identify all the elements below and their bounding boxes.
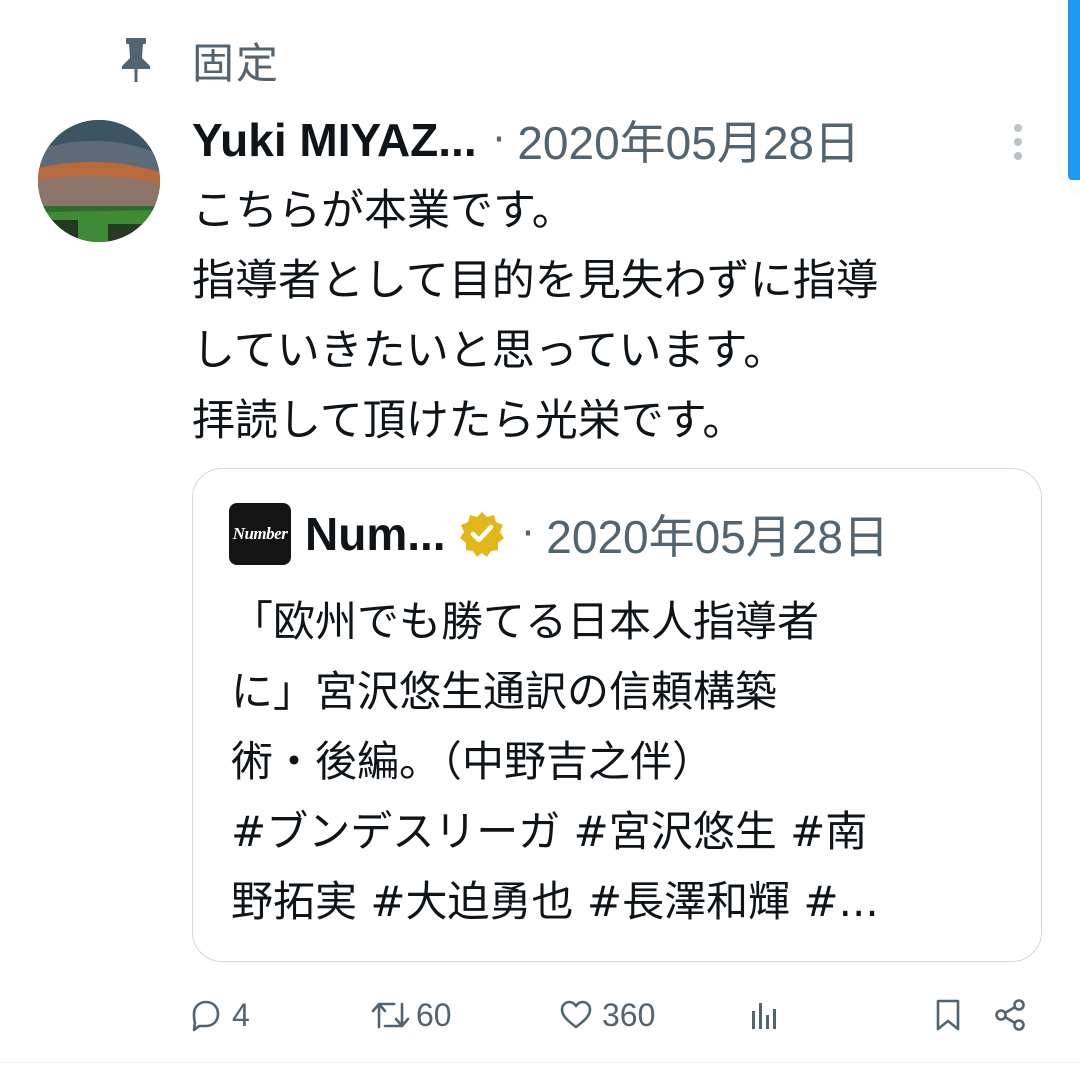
retweet-button[interactable]: 60 [370, 990, 452, 1040]
separator: · [521, 511, 535, 557]
tweet-text: こちらが本業です。 指導者として目的を見失わずに指導 していきたいと思っています… [192, 176, 1042, 456]
tweet-header: Yuki MIYAZ... · 2020年05月28日 [192, 108, 860, 172]
number-logo-text: Number [232, 524, 288, 543]
reply-count: 4 [232, 996, 250, 1033]
quoted-tweet-date[interactable]: 2020年05月28日 [546, 501, 889, 567]
quoted-tweet-card[interactable]: Number Num... · 2020年05月28日 「欧州でも勝てる日本人指… [192, 468, 1042, 962]
quoted-tweet-header: Num... · 2020年05月28日 [305, 503, 889, 565]
bookmark-icon [936, 999, 960, 1031]
pin-icon [122, 38, 150, 82]
like-count: 360 [602, 996, 656, 1033]
tweet-date[interactable]: 2020年05月28日 [517, 107, 860, 173]
pinned-indicator: 固定 [118, 32, 280, 88]
heart-icon [560, 1000, 592, 1029]
tweet-text-line: 拝読して頂けたら光栄です。 [192, 396, 746, 446]
share-icon [995, 999, 1025, 1031]
divider [0, 1062, 1080, 1063]
quoted-tweet-text: 「欧州でも勝てる日本人指導者 に」宮沢悠生通訳の信頼構築 術・後編。（中野吉之伴… [231, 587, 1031, 937]
more-options-icon[interactable] [1008, 124, 1028, 164]
bookmark-button[interactable] [932, 990, 964, 1040]
analytics-icon [752, 1003, 776, 1029]
tweet-actions-bar: 4 60 360 [0, 990, 1080, 1040]
quoted-text-line: 野拓実 #大迫勇也 #長澤和輝 #... [231, 877, 879, 926]
gold-verified-icon [459, 512, 504, 557]
retweet-count: 60 [416, 996, 452, 1033]
like-button[interactable]: 360 [558, 990, 655, 1040]
quoted-text-line: に」宮沢悠生通訳の信頼構築 [231, 667, 778, 716]
tweet-text-line: こちらが本業です。 [192, 186, 575, 236]
quoted-text-line: 術・後編。（中野吉之伴） [231, 737, 715, 786]
quoted-text-line: 「欧州でも勝てる日本人指導者 [231, 597, 820, 646]
share-button[interactable] [992, 990, 1028, 1040]
separator: · [492, 117, 506, 163]
retweet-icon [371, 1002, 410, 1029]
analytics-button[interactable] [748, 990, 780, 1040]
quoted-author-name[interactable]: Num... [305, 507, 446, 561]
tweet-text-line: していきたいと思っています。 [192, 326, 787, 376]
reply-button[interactable]: 4 [188, 990, 250, 1040]
avatar[interactable] [38, 120, 160, 242]
tweet-text-line: 指導者として目的を見失わずに指導 [192, 256, 879, 306]
author-name[interactable]: Yuki MIYAZ... [192, 113, 477, 167]
scrollbar-thumb[interactable] [1068, 0, 1080, 180]
reply-icon [192, 1000, 220, 1032]
pinned-label: 固定 [192, 38, 281, 88]
number-logo-avatar[interactable]: Number [229, 503, 291, 565]
quoted-text-line: #ブンデスリーガ #宮沢悠生 #南 [231, 807, 868, 856]
